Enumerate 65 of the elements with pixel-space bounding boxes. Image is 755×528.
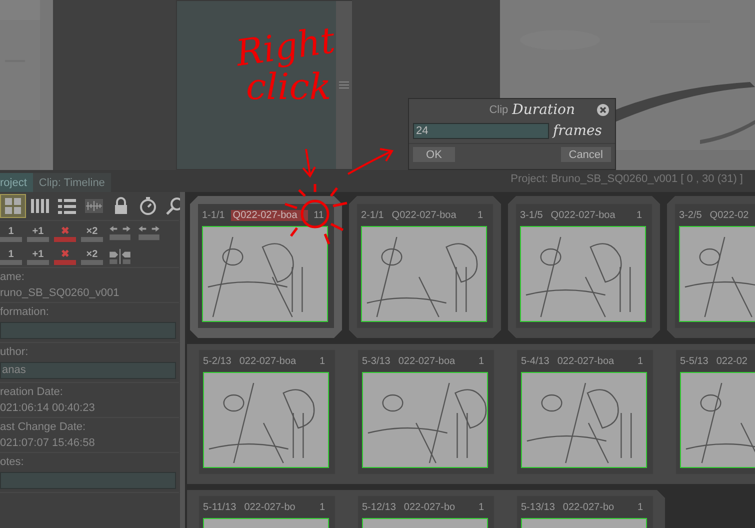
scene-panel[interactable]: 3-2/5 Q022-02 bbox=[667, 196, 755, 338]
panel-number: 5-3/13 bbox=[362, 356, 390, 366]
scene-panel[interactable]: 3-1/5 Q022-027-boa 1 bbox=[508, 196, 660, 338]
panel-number: 5-2/13 bbox=[203, 356, 232, 366]
panel-name: 022-027-bo bbox=[402, 502, 456, 512]
panel-number: 3-1/5 bbox=[520, 210, 543, 220]
property-value: runo_SB_SQ0260_v001 bbox=[0, 287, 120, 299]
panel-number: 5-12/13 bbox=[362, 502, 396, 512]
panel-name: Q022-027-boa bbox=[390, 210, 458, 220]
panel-name: 022-02 bbox=[715, 356, 748, 366]
handwritten-note: Duration bbox=[512, 102, 575, 118]
property-label: ame: bbox=[0, 271, 26, 283]
property-label: reation Date: bbox=[0, 386, 64, 398]
panel-count: 1 bbox=[477, 210, 484, 220]
panel-count: 1 bbox=[478, 502, 485, 512]
panel-number: 5-5/13 bbox=[680, 356, 708, 366]
duration-input[interactable]: 24 bbox=[413, 123, 549, 139]
panel-number: 5-4/13 bbox=[521, 356, 550, 366]
panel-count: 11 bbox=[314, 210, 325, 220]
panel-count: 1 bbox=[319, 356, 326, 366]
panel-name: 022-027-boa bbox=[556, 356, 616, 366]
handwritten-annotation: click bbox=[246, 68, 332, 108]
clip-edit-button[interactable]: 1 bbox=[0, 225, 22, 242]
input-field[interactable]: anas bbox=[0, 362, 176, 379]
property-value: 021:07:07 15:46:58 bbox=[0, 437, 96, 449]
tab[interactable]: Clip: Timeline bbox=[32, 173, 111, 192]
panel-name: Q022-02 bbox=[708, 210, 750, 220]
scene-panel[interactable]: 2-1/1 Q022-027-boa 1 bbox=[349, 196, 501, 338]
panel-number: 5-13/13 bbox=[521, 502, 555, 512]
scene-panel[interactable]: 5-2/13 022-027-boa 1 5-3/13 022-027-boa 1 5-4/13 022-027-boa 1 5-5/13 022-02 bbox=[187, 344, 755, 484]
panel-name: 022-027-bo bbox=[243, 502, 296, 512]
panel-count: 1 bbox=[636, 210, 643, 220]
panel-count: 1 bbox=[319, 502, 326, 512]
panel-name: Q022-027-boa bbox=[550, 210, 616, 220]
panel-number: 2-1/1 bbox=[361, 210, 384, 220]
cancel-button[interactable]: Cancel bbox=[560, 147, 611, 162]
panel-count: 1 bbox=[637, 356, 644, 366]
clip-edit-button[interactable]: ×2 bbox=[81, 248, 103, 265]
dialog-title: Clip bbox=[489, 104, 508, 116]
property-label: ast Change Date: bbox=[0, 421, 87, 433]
project-status: Project: Bruno_SB_SQ0260_v001 [ 0 , 30 (31) ] bbox=[510, 173, 744, 187]
property-label: formation: bbox=[0, 306, 50, 318]
clip-edit-button[interactable]: ✖ bbox=[54, 248, 76, 265]
panel-number: 1-1/1 bbox=[202, 210, 225, 220]
panel-name: Q022-027-boa bbox=[230, 210, 308, 220]
tab[interactable]: roject bbox=[0, 173, 33, 192]
property-label: uthor: bbox=[0, 346, 30, 358]
panel-name: 022-027-bo bbox=[562, 502, 616, 512]
panel-count: 1 bbox=[637, 502, 644, 512]
clip-edit-button[interactable]: +1 bbox=[27, 225, 49, 242]
scene-panel[interactable]: 5-11/13 022-027-bo 1 5-12/13 022-027-bo 1 5-13/13 022-027-bo 1 bbox=[187, 490, 665, 528]
scene-panel[interactable]: 1-1/1 Q022-027-boa 11 bbox=[190, 196, 342, 338]
property-label: otes: bbox=[0, 456, 25, 468]
ok-button[interactable]: OK bbox=[413, 147, 455, 162]
clip-edit-button[interactable]: 1 bbox=[0, 248, 22, 265]
panel-name: 022-027-boa bbox=[397, 356, 456, 366]
property-value: 021:06:14 00:40:23 bbox=[0, 402, 96, 414]
clip-edit-button[interactable]: +1 bbox=[27, 248, 49, 265]
handwritten-note: frames bbox=[553, 123, 602, 139]
panel-count: 1 bbox=[478, 356, 485, 366]
panel-number: 5-11/13 bbox=[203, 502, 236, 512]
panel-name: 022-027-boa bbox=[238, 356, 298, 366]
clip-edit-button[interactable]: ×2 bbox=[81, 225, 103, 242]
clip-edit-button[interactable]: ✖ bbox=[54, 225, 76, 242]
panel-number: 3-2/5 bbox=[679, 210, 702, 220]
